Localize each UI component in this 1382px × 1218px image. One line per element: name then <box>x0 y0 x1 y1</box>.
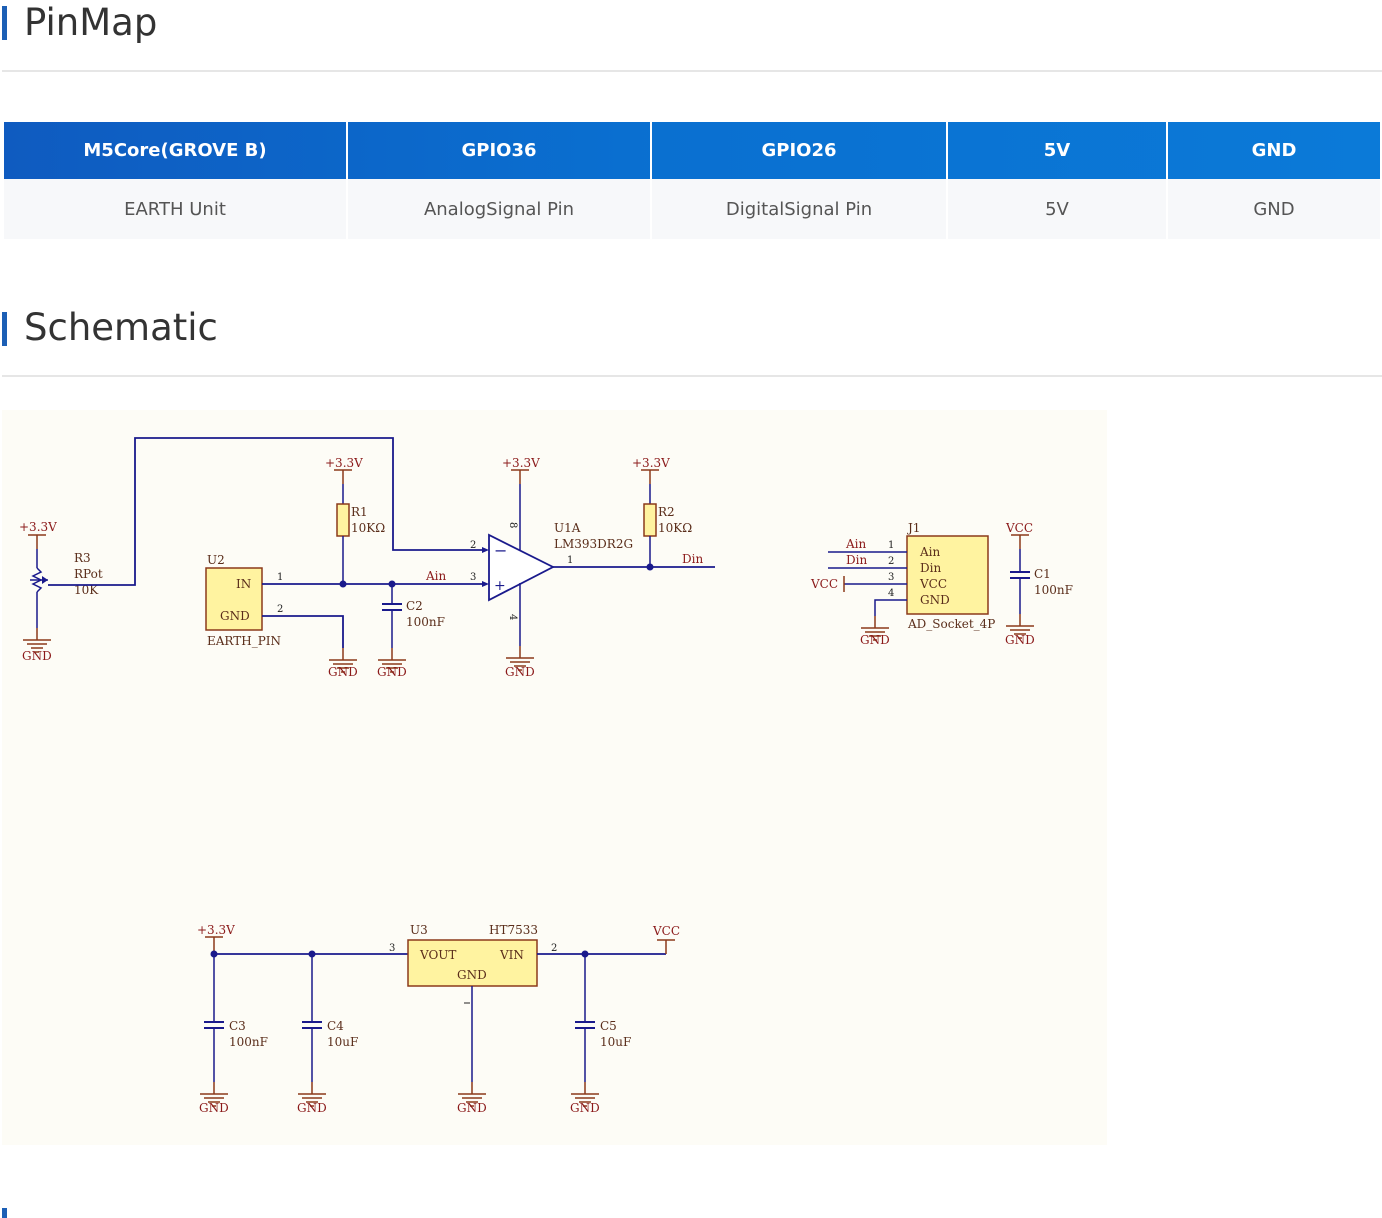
j1-gnd-label: GND <box>860 633 890 647</box>
net-ain-label: Ain <box>425 569 447 583</box>
u1a-part: LM393DR2G <box>554 537 633 551</box>
j1-num-4: 4 <box>888 588 894 599</box>
c5-value: 10uF <box>600 1035 631 1049</box>
r3-power-label: +3.3V <box>19 520 57 534</box>
pinmap-header-cell: GPIO36 <box>347 122 652 179</box>
pinmap-title: PinMap <box>24 1 158 44</box>
pinmap-header-cell: M5Core(GROVE B) <box>4 122 348 179</box>
u3-part: HT7533 <box>489 923 538 937</box>
u3-pin2-num: 2 <box>551 943 557 954</box>
j1-num-2: 2 <box>888 556 894 567</box>
heading-divider <box>2 70 1382 72</box>
u2-pin-in: IN <box>236 577 251 591</box>
u1a-plus: + <box>494 578 506 594</box>
r3-ref: R3 <box>74 551 91 565</box>
heading-accent-bar <box>2 1208 7 1218</box>
next-section-heading <box>0 1202 1382 1218</box>
j1-name: AD_Socket_4P <box>907 617 995 631</box>
j1-pin-ain: Ain <box>919 545 941 559</box>
pinmap-table: M5Core(GROVE B) GPIO36 GPIO26 5V GND EAR… <box>4 122 1380 239</box>
pinmap-cell: 5V <box>947 179 1168 239</box>
j1-pin-vcc: VCC <box>919 577 947 591</box>
pinmap-header-cell: 5V <box>947 122 1168 179</box>
u1a-power-label: +3.3V <box>502 456 540 470</box>
u1a-pin4: 4 <box>507 614 518 620</box>
c4-value: 10uF <box>327 1035 358 1049</box>
pinmap-row: EARTH Unit AnalogSignal Pin DigitalSigna… <box>4 179 1380 239</box>
u3-pin-gnd: GND <box>457 968 487 982</box>
r3-gnd-label: GND <box>22 649 52 663</box>
c2-ref: C2 <box>406 599 423 613</box>
c1-value: 100nF <box>1034 583 1073 597</box>
schematic-diagram: +3.3V GND R3 RPot 10K U2 IN GND EARTH_PI… <box>2 410 1107 1145</box>
heading-divider <box>2 375 1382 377</box>
j1-num-1: 1 <box>888 540 894 551</box>
u1a-pin3: 3 <box>470 572 476 583</box>
u1a-minus: − <box>494 541 507 560</box>
r2-power-label: +3.3V <box>632 456 670 470</box>
u1a-pin8: 8 <box>507 522 518 528</box>
net-din-label: Din <box>682 552 703 566</box>
u3-pin-vin: VIN <box>499 948 524 962</box>
c2-gnd-label: GND <box>377 665 407 679</box>
u2-ref: U2 <box>207 553 225 567</box>
pinmap-cell: GND <box>1167 179 1380 239</box>
heading-accent-bar <box>2 312 7 346</box>
u1a-pin2: 2 <box>470 540 476 551</box>
vcc-label: VCC <box>652 924 680 938</box>
u1a-gnd-label: GND <box>505 665 535 679</box>
c2-value: 100nF <box>406 615 445 629</box>
pinmap-header-cell: GPIO26 <box>651 122 948 179</box>
pinmap-header-cell: GND <box>1251 140 1297 161</box>
c5-gnd-label: GND <box>570 1101 600 1115</box>
gnd-label: GND <box>328 665 358 679</box>
j1-net-vcc: VCC <box>810 577 838 591</box>
c4-ref: C4 <box>327 1019 344 1033</box>
u1a-pin1: 1 <box>567 555 573 566</box>
c3-gnd-label: GND <box>199 1101 229 1115</box>
reg-power-label: +3.3V <box>197 923 235 937</box>
c1-gnd-label: GND <box>1005 633 1035 647</box>
pinmap-header-row: M5Core(GROVE B) GPIO36 GPIO26 5V GND <box>4 122 1380 179</box>
u3-pin3-num: 3 <box>389 943 395 954</box>
heading-accent-bar <box>2 6 7 40</box>
pinmap-cell: AnalogSignal Pin <box>347 179 652 239</box>
c1-power-label: VCC <box>1005 521 1033 535</box>
u2-pin1-num: 1 <box>277 572 283 583</box>
c4-gnd-label: GND <box>297 1101 327 1115</box>
c5-ref: C5 <box>600 1019 617 1033</box>
j1-ref: J1 <box>906 521 920 535</box>
c3-ref: C3 <box>229 1019 246 1033</box>
u3-ref: U3 <box>410 923 428 937</box>
schematic-heading: Schematic <box>0 300 1382 380</box>
u2-pin-gnd: GND <box>220 609 250 623</box>
u3-gnd-label: GND <box>457 1101 487 1115</box>
u2-pin2-num: 2 <box>277 604 283 615</box>
schematic-title: Schematic <box>24 306 218 349</box>
j1-net-ain: Ain <box>845 537 867 551</box>
pinmap-cell: DigitalSignal Pin <box>651 179 948 239</box>
r2-ref: R2 <box>658 505 675 519</box>
u2-name: EARTH_PIN <box>207 634 281 648</box>
pinmap-cell: EARTH Unit <box>4 179 348 239</box>
r2-value: 10KΩ <box>658 521 692 535</box>
j1-net-din: Din <box>846 553 867 567</box>
r1-power-label: +3.3V <box>325 456 363 470</box>
c3-value: 100nF <box>229 1035 268 1049</box>
pinmap-heading: PinMap <box>0 0 1382 74</box>
u1a-ref: U1A <box>554 521 581 535</box>
j1-num-3: 3 <box>888 572 894 583</box>
j1-pin-din: Din <box>920 561 941 575</box>
u3-pin-vout: VOUT <box>419 948 456 962</box>
r3-type: RPot <box>74 567 103 581</box>
r1-ref: R1 <box>351 505 368 519</box>
j1-pin-gnd: GND <box>920 593 950 607</box>
c1-ref: C1 <box>1034 567 1051 581</box>
r1-value: 10KΩ <box>351 521 385 535</box>
